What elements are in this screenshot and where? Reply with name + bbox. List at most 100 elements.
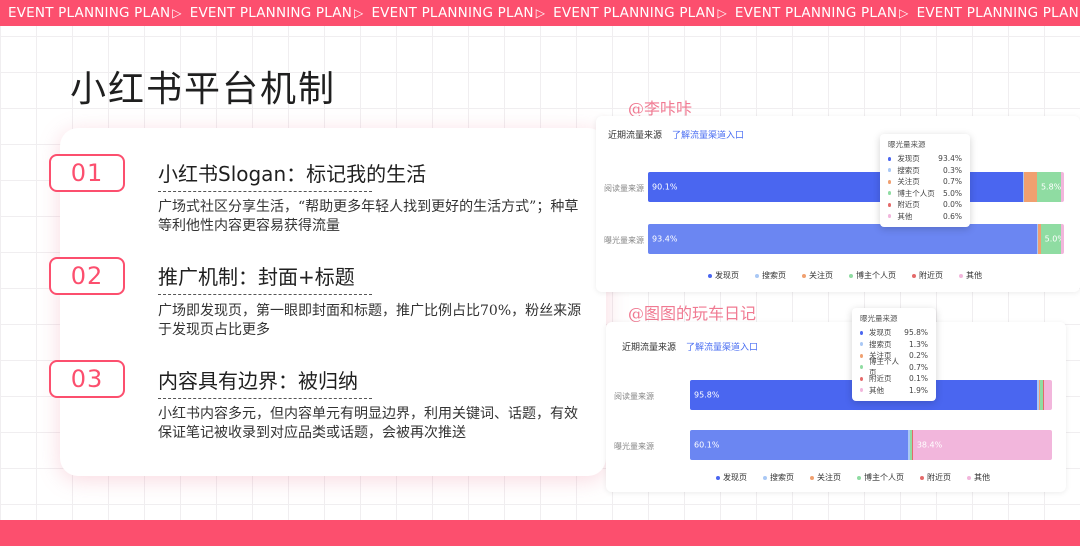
data-label: 38.4%	[916, 440, 943, 450]
tooltip-name: 附近页	[897, 200, 920, 210]
legend-label: 搜索页	[770, 473, 794, 482]
tooltip-row: 附近页 0.0%	[888, 199, 962, 211]
tooltip-name: 搜索页	[869, 339, 892, 349]
data-label: 95.8%	[694, 390, 720, 400]
data-label: 60.1%	[694, 440, 720, 450]
legend-dot-icon	[755, 273, 759, 278]
legend-label: 发现页	[715, 271, 739, 280]
chart-tooltip: 曝光量来源 发现页 93.4% 搜索页 0.3% 关注页 0.7% 博主个人页 5.0% 附近页 0…	[880, 134, 970, 227]
chart-heading-text: 近期流量来源	[608, 131, 663, 141]
tooltip-name: 其他	[897, 211, 913, 221]
tooltip-dot-icon	[888, 156, 892, 161]
legend-dot-icon	[716, 475, 720, 480]
ribbon-text: EVENT PLANNING PLAN▷	[363, 5, 545, 21]
bar-segment-其他[interactable]	[1043, 380, 1052, 410]
tooltip-row: 发现页 93.4%	[888, 153, 962, 165]
play-arrow-icon: ▷	[172, 6, 182, 20]
item-title-promotion: 推广机制：封面+标题	[158, 265, 355, 289]
chart-heading-text: 近期流量来源	[622, 343, 677, 353]
traffic-chart-1: 近期流量来源 了解流量渠道入口 阅读量来源 90.1% 5.8% 曝光量来源 93.4% 5…	[596, 116, 1080, 292]
legend-item[interactable]: 其他	[959, 270, 982, 281]
legend-label: 关注页	[817, 473, 841, 482]
tooltip-value: 0.6%	[942, 211, 962, 221]
ribbon-text: EVENT PLANNING PLAN▷	[727, 5, 909, 21]
divider	[158, 294, 372, 295]
tooltip-row: 搜索页 1.3%	[860, 339, 928, 351]
legend-item[interactable]: 搜索页	[755, 270, 786, 281]
tooltip-value: 0.3%	[942, 165, 962, 175]
item-desc-slogan: 广场式社区分享生活，“帮助更多年轻人找到更好的生活方式”；种草等利他性内容更容易…	[158, 199, 579, 234]
bar-segment-发现页[interactable]: 93.4%	[648, 224, 1037, 254]
legend-item[interactable]: 发现页	[708, 270, 739, 281]
legend-item[interactable]: 发现页	[716, 472, 747, 483]
legend-dot-icon	[959, 273, 963, 278]
bar-segment-关注页[interactable]	[1024, 172, 1037, 202]
ribbon-label: EVENT PLANNING PLAN	[734, 5, 898, 21]
tooltip-dot-icon	[888, 179, 892, 184]
tooltip-row: 其他 1.9%	[860, 385, 928, 397]
legend-dot-icon	[849, 273, 853, 278]
stacked-bar[interactable]: 90.1% 5.8%	[648, 172, 1064, 202]
ribbon-text: EVENT PLANNING PLAN▷	[909, 5, 1080, 21]
legend-item[interactable]: 博主个人页	[857, 472, 904, 483]
item-desc-boundary: 小红书内容多元，但内容单元有明显边界，利用关键词、话题，有效保证笔记被收录到对应…	[158, 406, 578, 441]
legend-label: 其他	[966, 271, 982, 280]
tooltip-row: 博主个人页 0.7%	[860, 357, 928, 377]
play-arrow-icon: ▷	[899, 6, 909, 20]
item-title-boundary: 内容具有边界：被归纳	[158, 369, 358, 393]
legend-item[interactable]: 搜索页	[763, 472, 794, 483]
divider	[158, 398, 372, 399]
tooltip-row: 博主个人页 5.0%	[888, 188, 962, 200]
legend-item[interactable]: 关注页	[802, 270, 833, 281]
traffic-entry-link[interactable]: 了解流量渠道入口	[686, 343, 758, 353]
item-number-02: 02	[49, 257, 125, 295]
legend-item[interactable]: 关注页	[810, 472, 841, 483]
stacked-bar[interactable]: 60.1% 38.4%	[690, 430, 1052, 460]
ribbon-label: EVENT PLANNING PLAN	[916, 5, 1079, 21]
legend-item[interactable]: 其他	[967, 472, 990, 483]
tooltip-value: 0.7%	[942, 177, 962, 187]
chart-heading: 近期流量来源 了解流量渠道入口	[622, 340, 758, 353]
page-title: 小红书平台机制	[70, 69, 337, 110]
tooltip-name: 其他	[869, 385, 885, 395]
legend-label: 发现页	[723, 473, 747, 482]
legend-label: 博主个人页	[856, 271, 896, 280]
tooltip-value: 0.2%	[908, 351, 929, 361]
row-label: 曝光量来源	[614, 442, 654, 451]
ribbon-label: EVENT PLANNING PLAN	[553, 5, 716, 21]
tooltip-row: 其他 0.6%	[888, 211, 962, 223]
legend-label: 附近页	[919, 271, 943, 280]
legend-dot-icon	[967, 475, 971, 480]
stacked-bar[interactable]: 93.4% 5.0%	[648, 224, 1064, 254]
bar-segment-其他[interactable]	[1061, 224, 1064, 254]
legend-item[interactable]: 附近页	[912, 270, 943, 281]
legend-item[interactable]: 博主个人页	[849, 270, 896, 281]
bar-segment-博主个人页[interactable]: 5.8%	[1036, 172, 1061, 202]
watermark-2: @图图的玩车日记	[628, 304, 757, 323]
tooltip-value: 93.4%	[938, 154, 962, 164]
traffic-entry-link[interactable]: 了解流量渠道入口	[672, 131, 744, 141]
ribbon-text: EVENT PLANNING PLAN▷	[182, 5, 364, 21]
tooltip-dot-icon	[888, 214, 892, 219]
item-desc-promotion: 广场即发现页，第一眼即封面和标题，推广比例占比70%，粉丝来源于发现页占比更多	[158, 303, 582, 338]
data-label: 93.4%	[652, 234, 678, 244]
row-label: 曝光量来源	[604, 236, 644, 245]
ribbon-label: EVENT PLANNING PLAN	[371, 5, 534, 21]
bar-segment-发现页[interactable]: 60.1%	[690, 430, 908, 460]
bar-segment-博主个人页[interactable]: 5.0%	[1040, 224, 1064, 254]
legend-dot-icon	[763, 475, 767, 480]
tooltip-dot-icon	[888, 202, 892, 207]
tooltip-row: 关注页 0.7%	[888, 176, 962, 188]
row-label: 阅读量来源	[614, 392, 654, 401]
bar-segment-其他[interactable]	[1061, 172, 1064, 202]
chart-legend: 发现页 搜索页 关注页 博主个人页 附近页 其他	[716, 472, 990, 483]
tooltip-dot-icon	[860, 376, 864, 381]
ribbon-text: EVENT PLANNING PLAN▷	[0, 5, 182, 21]
tooltip-dot-icon	[860, 365, 864, 370]
bar-segment-其他[interactable]: 38.4%	[912, 430, 1052, 460]
legend-label: 关注页	[809, 271, 833, 280]
chart-heading: 近期流量来源 了解流量渠道入口	[608, 128, 744, 141]
legend-label: 搜索页	[762, 271, 786, 280]
legend-item[interactable]: 附近页	[920, 472, 951, 483]
tooltip-value: 0.0%	[942, 200, 962, 210]
